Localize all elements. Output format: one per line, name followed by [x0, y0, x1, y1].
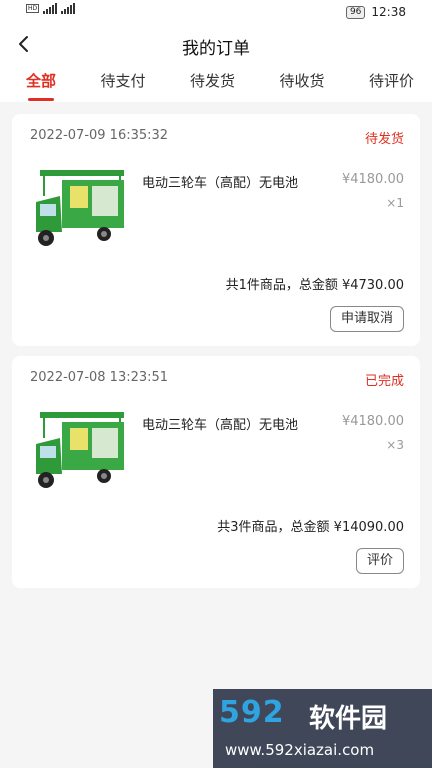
order-list: 2022-07-09 16:35:32 待发货 电动三轮车（高配）无电池 ¥41…	[0, 102, 432, 588]
tricycle-product-image	[36, 412, 124, 488]
order-total: 共1件商品，总金额 ¥4730.00	[225, 278, 404, 293]
signal-icon	[43, 3, 58, 14]
order-total: 共3件商品，总金额 ¥14090.00	[217, 520, 404, 535]
tab-all[interactable]: 全部	[26, 70, 56, 97]
watermark-logo-text: 软件园	[309, 704, 388, 734]
tab-pending-payment[interactable]: 待支付	[100, 70, 145, 97]
signal-icon-2	[61, 3, 76, 14]
status-bar: HD 96 12:38	[0, 0, 432, 24]
clock: 12:38	[371, 5, 406, 19]
product-name: 电动三轮车（高配）无电池	[142, 176, 299, 191]
tab-pending-receipt[interactable]: 待收货	[279, 70, 324, 97]
order-status: 待发货	[364, 132, 404, 147]
watermark-logo-number: 592	[219, 695, 285, 730]
signal-indicators: HD	[26, 3, 76, 14]
product-price: ¥4180.00	[341, 414, 404, 429]
tricycle-product-image	[36, 170, 124, 246]
order-card[interactable]: 2022-07-08 13:23:51 已完成 电动三轮车（高配）无电池 ¥41…	[12, 356, 420, 588]
order-time: 2022-07-09 16:35:32	[30, 128, 169, 143]
tab-pending-review[interactable]: 待评价	[369, 70, 414, 97]
tab-pending-shipment[interactable]: 待发货	[190, 70, 235, 97]
product-price: ¥4180.00	[341, 172, 404, 187]
page-title: 我的订单	[182, 39, 250, 59]
site-watermark: 592 软件园 www.592xiazai.com	[213, 689, 432, 768]
nav-bar: 我的订单	[0, 24, 432, 64]
battery-icon: 96	[345, 5, 366, 19]
order-time: 2022-07-08 13:23:51	[30, 370, 169, 385]
hd-icon: HD	[26, 4, 40, 13]
product-quantity: ×1	[386, 196, 404, 210]
cancel-order-button[interactable]: 申请取消	[329, 306, 404, 332]
order-card[interactable]: 2022-07-09 16:35:32 待发货 电动三轮车（高配）无电池 ¥41…	[12, 114, 420, 346]
order-status: 已完成	[364, 374, 404, 389]
product-name: 电动三轮车（高配）无电池	[142, 418, 299, 433]
product-quantity: ×3	[386, 438, 404, 452]
watermark-url: www.592xiazai.com	[225, 741, 375, 759]
review-button[interactable]: 评价	[355, 548, 404, 574]
order-tabs: 全部 待支付 待发货 待收货 待评价	[0, 64, 432, 102]
